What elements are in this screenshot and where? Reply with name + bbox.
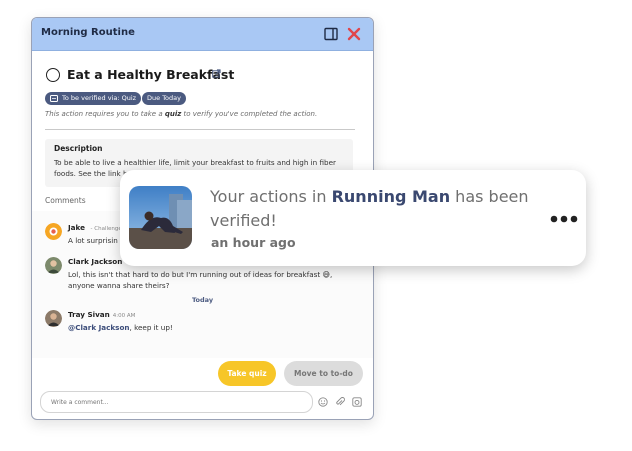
panel-title: Morning Routine bbox=[41, 27, 135, 38]
avatar bbox=[45, 257, 62, 274]
requirement-text: This action requires you to take a quiz … bbox=[45, 110, 318, 118]
day-separator: Today bbox=[191, 296, 214, 304]
external-link-icon[interactable] bbox=[212, 69, 221, 78]
comment-input[interactable] bbox=[49, 395, 303, 410]
camera-icon[interactable] bbox=[352, 397, 362, 407]
move-to-todo-button[interactable]: Move to to-do bbox=[284, 361, 363, 386]
quiz-icon bbox=[50, 95, 58, 102]
notification-toast[interactable]: Your actions in Running Man has been ver… bbox=[120, 170, 586, 266]
comment-author: Clark Jackson bbox=[68, 257, 123, 266]
mention-link[interactable]: @Clark Jackson bbox=[68, 323, 130, 332]
avatar bbox=[45, 223, 62, 240]
comment-text: Lol, this isn't that hard to do but I'm … bbox=[68, 270, 333, 290]
take-quiz-button[interactable]: Take quiz bbox=[218, 361, 276, 386]
notification-time: an hour ago bbox=[211, 235, 296, 250]
description-label: Description bbox=[54, 144, 103, 153]
notification-message: Your actions in Running Man has been ver… bbox=[210, 187, 529, 230]
due-badge: Due Today bbox=[142, 92, 186, 105]
comment-author: Jake - Challenge bbox=[68, 223, 122, 232]
comment-author: Tray Sivan 4:00 AM bbox=[68, 310, 136, 319]
task-title: Eat a Healthy Breakfast bbox=[67, 67, 235, 82]
verification-badge: To be verified via: Quiz bbox=[45, 92, 142, 105]
complete-circle-icon[interactable] bbox=[46, 68, 60, 82]
verification-badge-label: To be verified via: Quiz bbox=[62, 94, 137, 102]
more-options-icon[interactable] bbox=[550, 214, 578, 224]
comment-composer[interactable] bbox=[40, 391, 313, 413]
close-icon[interactable] bbox=[346, 26, 362, 42]
divider bbox=[45, 129, 355, 130]
panel-header: Morning Routine bbox=[32, 18, 373, 51]
sidebar-toggle-icon[interactable] bbox=[323, 26, 339, 42]
comment-text: @Clark Jackson, keep it up! bbox=[68, 323, 173, 332]
avatar bbox=[45, 310, 62, 327]
emoji-icon[interactable] bbox=[318, 397, 328, 407]
notification-thumbnail bbox=[129, 186, 192, 249]
comments-label: Comments bbox=[45, 196, 86, 205]
attach-icon[interactable] bbox=[335, 397, 345, 407]
